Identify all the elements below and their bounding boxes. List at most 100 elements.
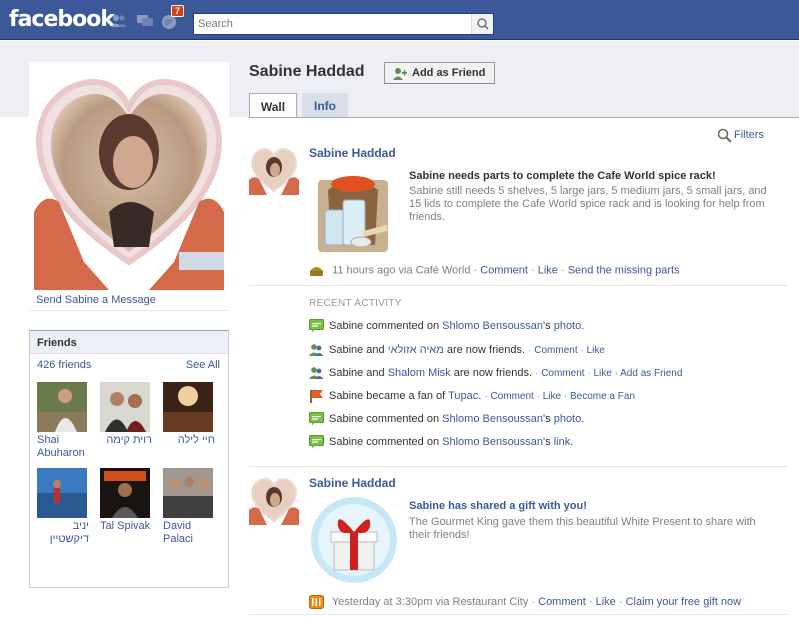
story-profile-picture[interactable] [249, 475, 299, 525]
divider [29, 310, 229, 311]
story-meta: Yesterday at 3:30pm via Restaurant City … [309, 595, 741, 609]
like-link[interactable]: Like [593, 368, 611, 379]
friend-photo[interactable] [37, 468, 87, 518]
see-all-friends-link[interactable]: See All [186, 359, 220, 371]
spice-rack-image[interactable] [313, 170, 393, 256]
top-bar: facebook 7 [0, 0, 799, 40]
story-attachment-description: The Gourmet King gave them this beautifu… [409, 516, 756, 541]
messages-icon[interactable] [136, 14, 154, 28]
story-author-name[interactable]: Sabine Haddad [309, 476, 396, 490]
like-link[interactable]: Like [587, 345, 605, 356]
story-timestamp: Yesterday at 3:30pm via Restaurant City [331, 595, 529, 608]
friend-name[interactable]: Shai Abuharon [37, 434, 97, 460]
friend-name[interactable]: רוית קימה [100, 434, 152, 447]
activity-text: are now friends. [443, 344, 526, 356]
friend-name[interactable]: חיי לילה [163, 434, 215, 447]
activity-text: are now friends. [450, 367, 533, 379]
comment-link[interactable]: Comment [490, 391, 533, 402]
friend-tile[interactable]: Tal Spivak [100, 468, 160, 533]
activity-text: Sabine commented on [329, 413, 443, 425]
divider [249, 466, 789, 467]
white-present-gift-image[interactable] [308, 496, 400, 584]
activity-object-link[interactable]: link [554, 436, 571, 448]
friend-tile[interactable]: רוית קימה [100, 382, 160, 447]
friend-requests-icon[interactable] [110, 14, 128, 28]
cafe-world-app-icon [310, 267, 323, 276]
activity-text: Sabine and [329, 367, 388, 379]
like-link[interactable]: Like [596, 596, 616, 608]
profile-name: Sabine Haddad [249, 63, 365, 80]
comment-link[interactable]: Comment [538, 596, 586, 608]
activity-object-link[interactable]: photo [554, 413, 582, 425]
add-as-friend-label: Add as Friend [412, 67, 486, 79]
recent-activity-title: RECENT ACTIVITY [309, 298, 402, 309]
activity-person-link[interactable]: Shlomo Bensoussan [442, 320, 543, 332]
friend-photo[interactable] [163, 382, 213, 432]
story-attachment-title[interactable]: Sabine has shared a gift with you! [409, 500, 587, 512]
friend-name[interactable]: David Palaci [163, 520, 223, 546]
friend-photo[interactable] [37, 382, 87, 432]
add-as-friend-button[interactable]: Add as Friend [384, 62, 495, 84]
tab-info[interactable]: Info [302, 93, 348, 118]
activity-text: 's [543, 320, 554, 332]
activity-object-link[interactable]: photo [554, 320, 582, 332]
comment-icon [309, 412, 324, 426]
friend-photo[interactable] [100, 468, 150, 518]
friends-icon [309, 367, 324, 379]
become-a-fan-link[interactable]: Become a Fan [570, 391, 635, 402]
comment-icon [309, 435, 324, 449]
activity-text: 's [543, 413, 554, 425]
add-friend-icon [393, 68, 407, 80]
send-message-link[interactable]: Send Sabine a Message [36, 294, 156, 306]
activity-text: Sabine commented on [329, 436, 443, 448]
activity-text: . [570, 436, 574, 448]
friend-tile[interactable]: יניב דיקשטיין [37, 468, 97, 546]
send-missing-parts-link[interactable]: Send the missing parts [568, 264, 680, 276]
activity-text: Sabine and [329, 344, 388, 356]
activity-text: Sabine commented on [329, 320, 443, 332]
magnifier-icon [717, 128, 732, 143]
notification-badge: 7 [171, 5, 185, 17]
activity-text: 's [543, 436, 554, 448]
comment-icon [309, 319, 324, 333]
profile-picture[interactable] [29, 62, 229, 290]
search-box [193, 13, 494, 35]
friends-box-title: Friends [30, 331, 228, 354]
friend-tile[interactable]: David Palaci [163, 468, 223, 546]
friend-tile[interactable]: Shai Abuharon [37, 382, 97, 460]
comment-link[interactable]: Comment [541, 368, 584, 379]
story-attachment-description: Sabine still needs 5 shelves, 5 large ja… [409, 185, 767, 223]
search-input[interactable] [194, 14, 464, 34]
like-link[interactable]: Like [538, 264, 558, 276]
activity-person-link[interactable]: Shlomo Bensoussan [442, 436, 543, 448]
activity-person-link[interactable]: Shalom Misk [388, 367, 451, 379]
friend-tile[interactable]: חיי לילה [163, 382, 223, 447]
activity-text: . [581, 413, 585, 425]
tab-underline [249, 117, 799, 118]
comment-link[interactable]: Comment [480, 264, 528, 276]
friend-photo[interactable] [100, 382, 150, 432]
activity-person-link[interactable]: מאיה אזולאי [388, 344, 444, 356]
activity-text: . [478, 390, 482, 402]
magnifier-icon [477, 18, 489, 30]
friend-name[interactable]: יניב דיקשטיין [37, 520, 89, 546]
add-as-friend-link[interactable]: Add as Friend [620, 368, 682, 379]
friend-photo[interactable] [163, 468, 213, 518]
story-profile-picture[interactable] [249, 145, 299, 195]
fan-page-icon [310, 390, 323, 403]
facebook-logo[interactable]: facebook [9, 7, 115, 32]
tab-wall[interactable]: Wall [249, 93, 297, 118]
story-attachment-title[interactable]: Sabine needs parts to complete the Cafe … [409, 170, 716, 182]
story-author-name[interactable]: Sabine Haddad [309, 146, 396, 160]
friends-icon [309, 344, 324, 356]
claim-free-gift-link[interactable]: Claim your free gift now [626, 596, 742, 608]
friend-name[interactable]: Tal Spivak [100, 520, 160, 533]
comment-link[interactable]: Comment [534, 345, 577, 356]
activity-page-link[interactable]: Tupac [448, 390, 478, 402]
search-button[interactable] [471, 14, 493, 34]
friends-box: Friends 426 friends See All Shai Abuharo… [29, 330, 229, 588]
filters-link[interactable]: Filters [717, 128, 764, 143]
like-link[interactable]: Like [543, 391, 561, 402]
activity-person-link[interactable]: Shlomo Bensoussan [442, 413, 543, 425]
friends-count-link[interactable]: 426 friends [37, 359, 91, 371]
